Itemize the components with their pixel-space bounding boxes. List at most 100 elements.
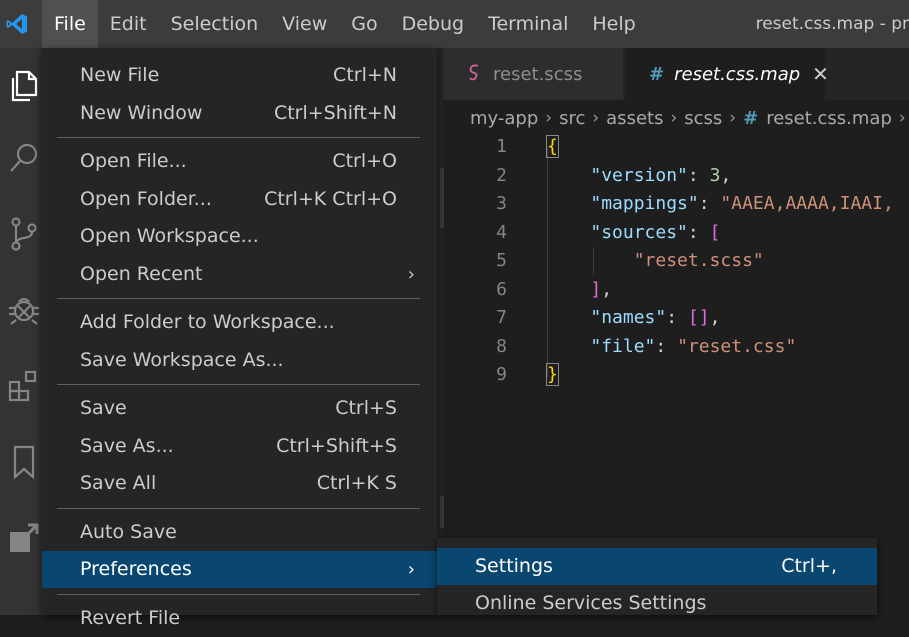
menu-item-label: Open Recent — [80, 262, 203, 285]
breadcrumb-item[interactable]: assets — [604, 108, 665, 129]
menu-item-settings[interactable]: Settings Ctrl+, — [437, 548, 877, 585]
code-token: { — [546, 135, 559, 158]
menu-item-open-folder[interactable]: Open Folder... Ctrl+K Ctrl+O — [42, 181, 437, 218]
css-hash-icon: # — [649, 63, 665, 85]
code-token: "reset.scss" — [633, 250, 764, 271]
menu-item-preferences[interactable]: Preferences › — [42, 551, 437, 588]
code-text: "file": "reset.css" — [547, 333, 796, 362]
code-editor[interactable]: 1 {2 "version": 3, 3 "mappings": "AAEA,AAA… — [443, 133, 909, 533]
code-token: : — [655, 335, 678, 357]
code-token: : — [687, 164, 710, 186]
line-number: 5 — [496, 250, 507, 271]
chevron-right-icon: › — [407, 559, 415, 580]
menu-item-label: Preferences — [80, 558, 192, 580]
code-text: "reset.scss" — [547, 247, 764, 276]
tab-reset-css-map[interactable]: # reset.css.map ✕ — [625, 48, 829, 100]
code-line: 4 "sources": [ — [443, 219, 909, 248]
menu-item-shortcut: Ctrl+O — [332, 150, 397, 172]
code-line: 5 "reset.scss" — [443, 247, 909, 276]
tab-reset-scss[interactable]: reset.scss — [443, 48, 623, 100]
code-token: : — [666, 307, 688, 328]
code-text: } — [546, 361, 559, 390]
code-token: , — [720, 164, 732, 186]
menu-item-save-workspace-as[interactable]: Save Workspace As... — [42, 342, 437, 379]
code-token: "names" — [590, 307, 667, 328]
menu-item-label: New Window — [80, 101, 203, 124]
menu-item-save[interactable]: Save Ctrl+S — [42, 390, 437, 427]
window-title: reset.css.map - pr — [755, 14, 909, 34]
line-number: 3 — [496, 193, 507, 214]
code-token: "reset.css" — [677, 335, 797, 357]
line-number: 4 — [496, 221, 507, 243]
menu-item-add-folder-to-workspace[interactable]: Add Folder to Workspace... — [42, 304, 437, 341]
line-number: 1 — [496, 136, 507, 157]
code-token: , — [709, 307, 721, 328]
breadcrumb-item[interactable]: src — [557, 108, 587, 129]
menu-separator — [57, 507, 420, 509]
menu-terminal[interactable]: Terminal — [476, 0, 580, 48]
code-token: [] — [687, 307, 710, 328]
breadcrumb-item[interactable]: my-app — [468, 108, 540, 129]
menu-go[interactable]: Go — [339, 0, 389, 48]
bookmark-icon[interactable] — [0, 434, 48, 490]
breadcrumb-label: reset.css.map — [766, 107, 892, 129]
menu-item-save-all[interactable]: Save All Ctrl+K S — [42, 465, 437, 502]
menu-item-open-recent[interactable]: Open Recent › — [42, 256, 437, 293]
menu-item-open-file[interactable]: Open File... Ctrl+O — [42, 143, 437, 180]
menu-file[interactable]: File — [42, 0, 98, 48]
sass-icon — [467, 63, 483, 86]
menu-item-label: Save As... — [80, 434, 174, 457]
menu-separator — [57, 384, 420, 385]
code-token: } — [546, 363, 559, 386]
menu-separator — [57, 298, 420, 299]
menu-item-shortcut: Ctrl+N — [333, 64, 397, 86]
code-line: 3 "mappings": "AAEA,AAAA,IAAI, — [443, 190, 909, 219]
line-number: 2 — [496, 164, 507, 186]
title-bar: File Edit Selection View Go Debug Terminal Help… — [0, 0, 909, 48]
breadcrumb-item[interactable]: scss — [682, 108, 724, 129]
code-token: "mappings" — [590, 193, 699, 214]
search-icon[interactable] — [0, 130, 48, 186]
code-text: ], — [547, 276, 612, 305]
menu-help[interactable]: Help — [580, 0, 647, 48]
code-token: ] — [590, 278, 602, 300]
explorer-icon[interactable] — [0, 58, 48, 114]
code-token: "file" — [590, 335, 656, 357]
line-number: 9 — [496, 364, 507, 385]
source-control-icon[interactable] — [0, 206, 48, 262]
menu-edit[interactable]: Edit — [98, 0, 159, 48]
activity-bar — [0, 48, 48, 615]
menu-item-open-workspace[interactable]: Open Workspace... — [42, 218, 437, 255]
menu-debug[interactable]: Debug — [390, 0, 476, 48]
menu-item-new-window[interactable]: New Window Ctrl+Shift+N — [42, 95, 437, 132]
menu-item-revert-file[interactable]: Revert File — [42, 600, 437, 637]
code-line: 2 "version": 3, — [443, 162, 909, 191]
menu-item-save-as[interactable]: Save As... Ctrl+Shift+S — [42, 428, 437, 465]
menu-view[interactable]: View — [270, 0, 339, 48]
line-number: 7 — [496, 307, 507, 328]
menu-item-label: Auto Save — [80, 520, 177, 543]
code-line: 9} — [443, 361, 909, 390]
menu-bar: File Edit Selection View Go Debug Terminal Help — [42, 0, 648, 48]
extensions-icon[interactable] — [0, 358, 48, 414]
line-number: 8 — [496, 335, 507, 357]
menu-item-label: Settings — [475, 555, 553, 577]
code-token: 3 — [709, 164, 721, 186]
menu-selection[interactable]: Selection — [159, 0, 271, 48]
close-icon[interactable]: ✕ — [812, 62, 829, 86]
menu-item-shortcut: Ctrl+, — [781, 555, 837, 577]
menu-item-new-file[interactable]: New File Ctrl+N — [42, 57, 437, 94]
breadcrumb-item[interactable]: # reset.css.map — [741, 108, 894, 129]
remote-icon[interactable] — [0, 510, 48, 566]
menu-item-online-services-settings[interactable]: Online Services Settings — [437, 585, 877, 622]
vscode-logo-icon — [2, 0, 32, 48]
menu-item-shortcut: Ctrl+K S — [316, 472, 397, 494]
menu-item-label: New File — [80, 64, 160, 86]
debug-icon[interactable] — [0, 282, 48, 338]
menu-item-auto-save[interactable]: Auto Save — [42, 514, 437, 551]
